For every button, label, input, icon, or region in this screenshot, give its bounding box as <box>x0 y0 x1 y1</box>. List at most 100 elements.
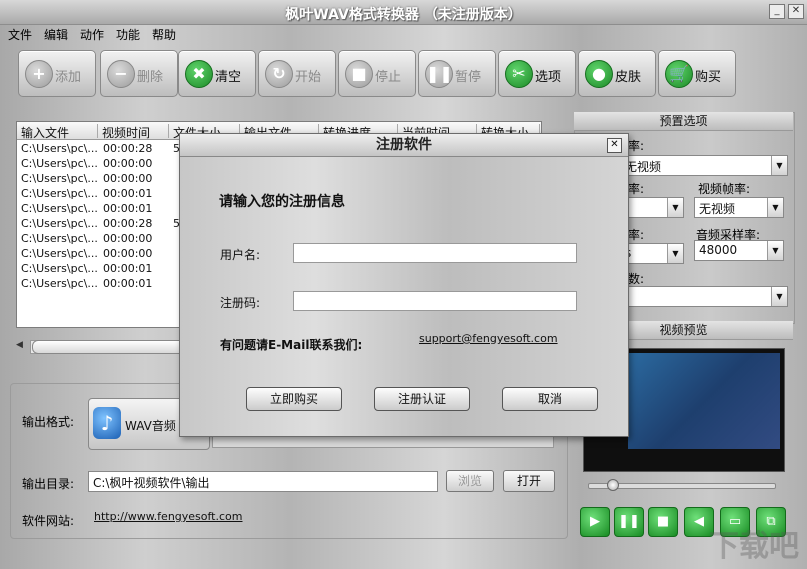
pause-icon: ❚❚ <box>425 60 453 88</box>
apple-icon: ● <box>585 60 613 88</box>
browse-button[interactable]: 浏览 <box>446 470 494 492</box>
cell-input-file: C:\Users\pc\... <box>21 157 98 170</box>
dialog-close-icon[interactable]: ✕ <box>607 138 622 153</box>
framerate-select[interactable]: 无视频 ▼ <box>694 197 784 218</box>
buy-button[interactable]: 🛒 购买 <box>658 50 736 97</box>
preview-frame <box>628 353 780 449</box>
delete-label: 删除 <box>137 70 164 85</box>
register-button[interactable]: 注册认证 <box>374 387 470 411</box>
cell-duration: 00:00:01 <box>103 277 153 290</box>
clear-button[interactable]: ✖ 清空 <box>178 50 256 97</box>
output-dir-value: C:\枫叶视频软件\输出 <box>93 476 210 490</box>
menu-file[interactable]: 文件 <box>8 26 32 43</box>
close-button[interactable]: ✕ <box>788 4 804 19</box>
col-duration[interactable]: 视频时间 <box>98 124 169 140</box>
chevron-down-icon: ▼ <box>667 198 683 217</box>
presets-title: 预置选项 <box>574 112 793 131</box>
seek-handle[interactable] <box>607 479 619 491</box>
output-dir-label: 输出目录: <box>22 477 75 491</box>
cart-icon: 🛒 <box>665 60 693 88</box>
site-label: 软件网站: <box>22 514 75 528</box>
video-codec-value: 无视频 <box>625 160 662 174</box>
cell-duration: 00:00:28 <box>103 142 153 155</box>
dialog-heading: 请输入您的注册信息 <box>219 194 345 210</box>
cell-input-file: C:\Users\pc\... <box>21 277 98 290</box>
channels-label: 数: <box>628 272 645 286</box>
cell-duration: 00:00:01 <box>103 187 153 200</box>
output-dir-field[interactable]: C:\枫叶视频软件\输出 <box>88 471 438 492</box>
clear-label: 清空 <box>215 70 242 85</box>
skin-button[interactable]: ● 皮肤 <box>578 50 656 97</box>
stop-button[interactable]: ■ 停止 <box>338 50 416 97</box>
cell-duration: 00:00:00 <box>103 247 153 260</box>
plus-icon: + <box>25 60 53 88</box>
toolbar: + 添加 − 删除 ✖ 清空 ↻ 开始 ■ 停止 ❚❚ 暂停 ✂ 选项 ● 皮肤 <box>0 50 807 100</box>
site-link[interactable]: http://www.fengyesoft.com <box>94 510 243 523</box>
username-label: 用户名: <box>220 248 261 262</box>
audio-bitrate-label: 率: <box>628 228 645 242</box>
refresh-icon: ↻ <box>265 60 293 88</box>
contact-label: 有问题请E-Mail联系我们: <box>220 338 363 352</box>
add-button[interactable]: + 添加 <box>18 50 96 97</box>
menu-bar: 文件 编辑 动作 功能 帮助 <box>0 24 807 42</box>
open-button[interactable]: 打开 <box>503 470 555 492</box>
stop-preview-button[interactable]: ■ <box>648 507 678 537</box>
cell-input-file: C:\Users\pc\... <box>21 172 98 185</box>
minus-icon: − <box>107 60 135 88</box>
channels-select[interactable]: ▼ <box>620 286 788 307</box>
scroll-left-icon[interactable]: ◀ <box>16 340 23 350</box>
add-label: 添加 <box>55 70 82 85</box>
pause-button[interactable]: ❚❚ 暂停 <box>418 50 496 97</box>
samplerate-select[interactable]: 48000 ▼ <box>694 240 784 261</box>
username-input[interactable] <box>293 243 577 263</box>
output-format-label: 输出格式: <box>22 415 75 429</box>
music-note-icon: ♪ <box>93 407 121 439</box>
pause-label: 暂停 <box>455 70 482 85</box>
stop-label: 停止 <box>375 70 402 85</box>
cell-input-file: C:\Users\pc\... <box>21 247 98 260</box>
cell-duration: 00:00:28 <box>103 217 153 230</box>
tools-icon: ✂ <box>505 60 533 88</box>
cell-input-file: C:\Users\pc\... <box>21 142 98 155</box>
menu-help[interactable]: 帮助 <box>152 26 176 43</box>
buy-label: 购买 <box>695 70 722 85</box>
delete-button[interactable]: − 删除 <box>100 50 178 97</box>
video-codec-select[interactable]: 无视频 ▼ <box>620 155 788 176</box>
cell-input-file: C:\Users\pc\... <box>21 187 98 200</box>
minimize-button[interactable]: _ <box>769 4 785 19</box>
play-button[interactable]: ▶ <box>580 507 610 537</box>
skin-label: 皮肤 <box>615 70 642 85</box>
options-button[interactable]: ✂ 选项 <box>498 50 576 97</box>
col-input-file[interactable]: 输入文件 <box>17 124 98 140</box>
menu-action[interactable]: 动作 <box>80 26 104 43</box>
cancel-button[interactable]: 取消 <box>502 387 598 411</box>
chevron-down-icon: ▼ <box>767 198 783 217</box>
output-format-value: WAV音频 <box>125 419 176 433</box>
pause-preview-button[interactable]: ❚❚ <box>614 507 644 537</box>
register-dialog: 注册软件 ✕ 请输入您的注册信息 用户名: 注册码: 有问题请E-Mail联系我… <box>179 133 629 437</box>
reg-code-input[interactable] <box>293 291 577 311</box>
seek-slider[interactable] <box>588 479 776 491</box>
cell-duration: 00:00:01 <box>103 202 153 215</box>
cell-duration: 00:00:00 <box>103 157 153 170</box>
cell-duration: 00:00:00 <box>103 172 153 185</box>
start-button[interactable]: ↻ 开始 <box>258 50 336 97</box>
bitrate-select[interactable]: ▼ <box>620 197 684 218</box>
menu-edit[interactable]: 编辑 <box>44 26 68 43</box>
stop-icon: ■ <box>345 60 373 88</box>
audio-bitrate-select[interactable]: s ▼ <box>620 243 684 264</box>
cell-duration: 00:00:00 <box>103 232 153 245</box>
app-window: 枫叶WAV格式转换器 （未注册版本） _ ✕ 文件 编辑 动作 功能 帮助 + … <box>0 0 807 569</box>
start-label: 开始 <box>295 70 322 85</box>
support-email-link[interactable]: support@fengyesoft.com <box>419 332 558 345</box>
chevron-down-icon: ▼ <box>767 241 783 260</box>
chevron-down-icon: ▼ <box>771 156 787 175</box>
buy-now-button[interactable]: 立即购买 <box>246 387 342 411</box>
framerate-label: 视频帧率: <box>698 182 751 196</box>
watermark-logo: 下载吧 <box>709 529 799 564</box>
menu-function[interactable]: 功能 <box>116 26 140 43</box>
chevron-down-icon: ▼ <box>667 244 683 263</box>
bitrate-label: 率: <box>628 182 645 196</box>
cell-input-file: C:\Users\pc\... <box>21 232 98 245</box>
cell-input-file: C:\Users\pc\... <box>21 262 98 275</box>
